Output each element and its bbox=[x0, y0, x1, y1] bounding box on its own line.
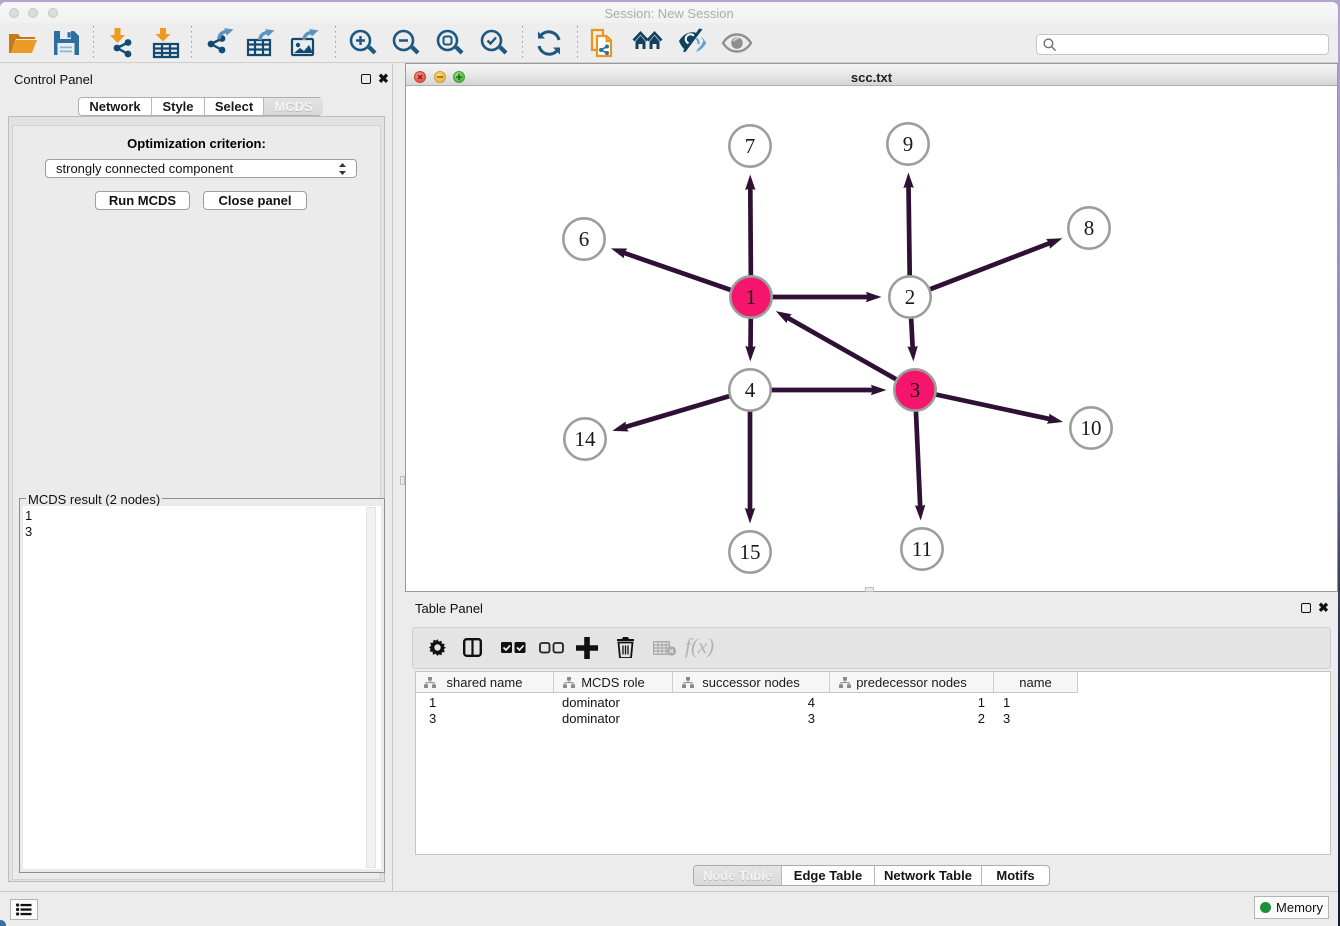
svg-text:15: 15 bbox=[740, 540, 761, 564]
svg-text:11: 11 bbox=[912, 537, 932, 561]
svg-text:1: 1 bbox=[746, 285, 757, 309]
svg-text:14: 14 bbox=[575, 427, 597, 451]
svg-text:3: 3 bbox=[910, 378, 921, 402]
svg-text:6: 6 bbox=[579, 227, 590, 251]
svg-text:8: 8 bbox=[1084, 216, 1095, 240]
svg-text:9: 9 bbox=[903, 132, 914, 156]
svg-text:7: 7 bbox=[745, 134, 756, 158]
svg-text:2: 2 bbox=[905, 285, 916, 309]
svg-text:10: 10 bbox=[1081, 416, 1102, 440]
svg-text:4: 4 bbox=[745, 378, 756, 402]
